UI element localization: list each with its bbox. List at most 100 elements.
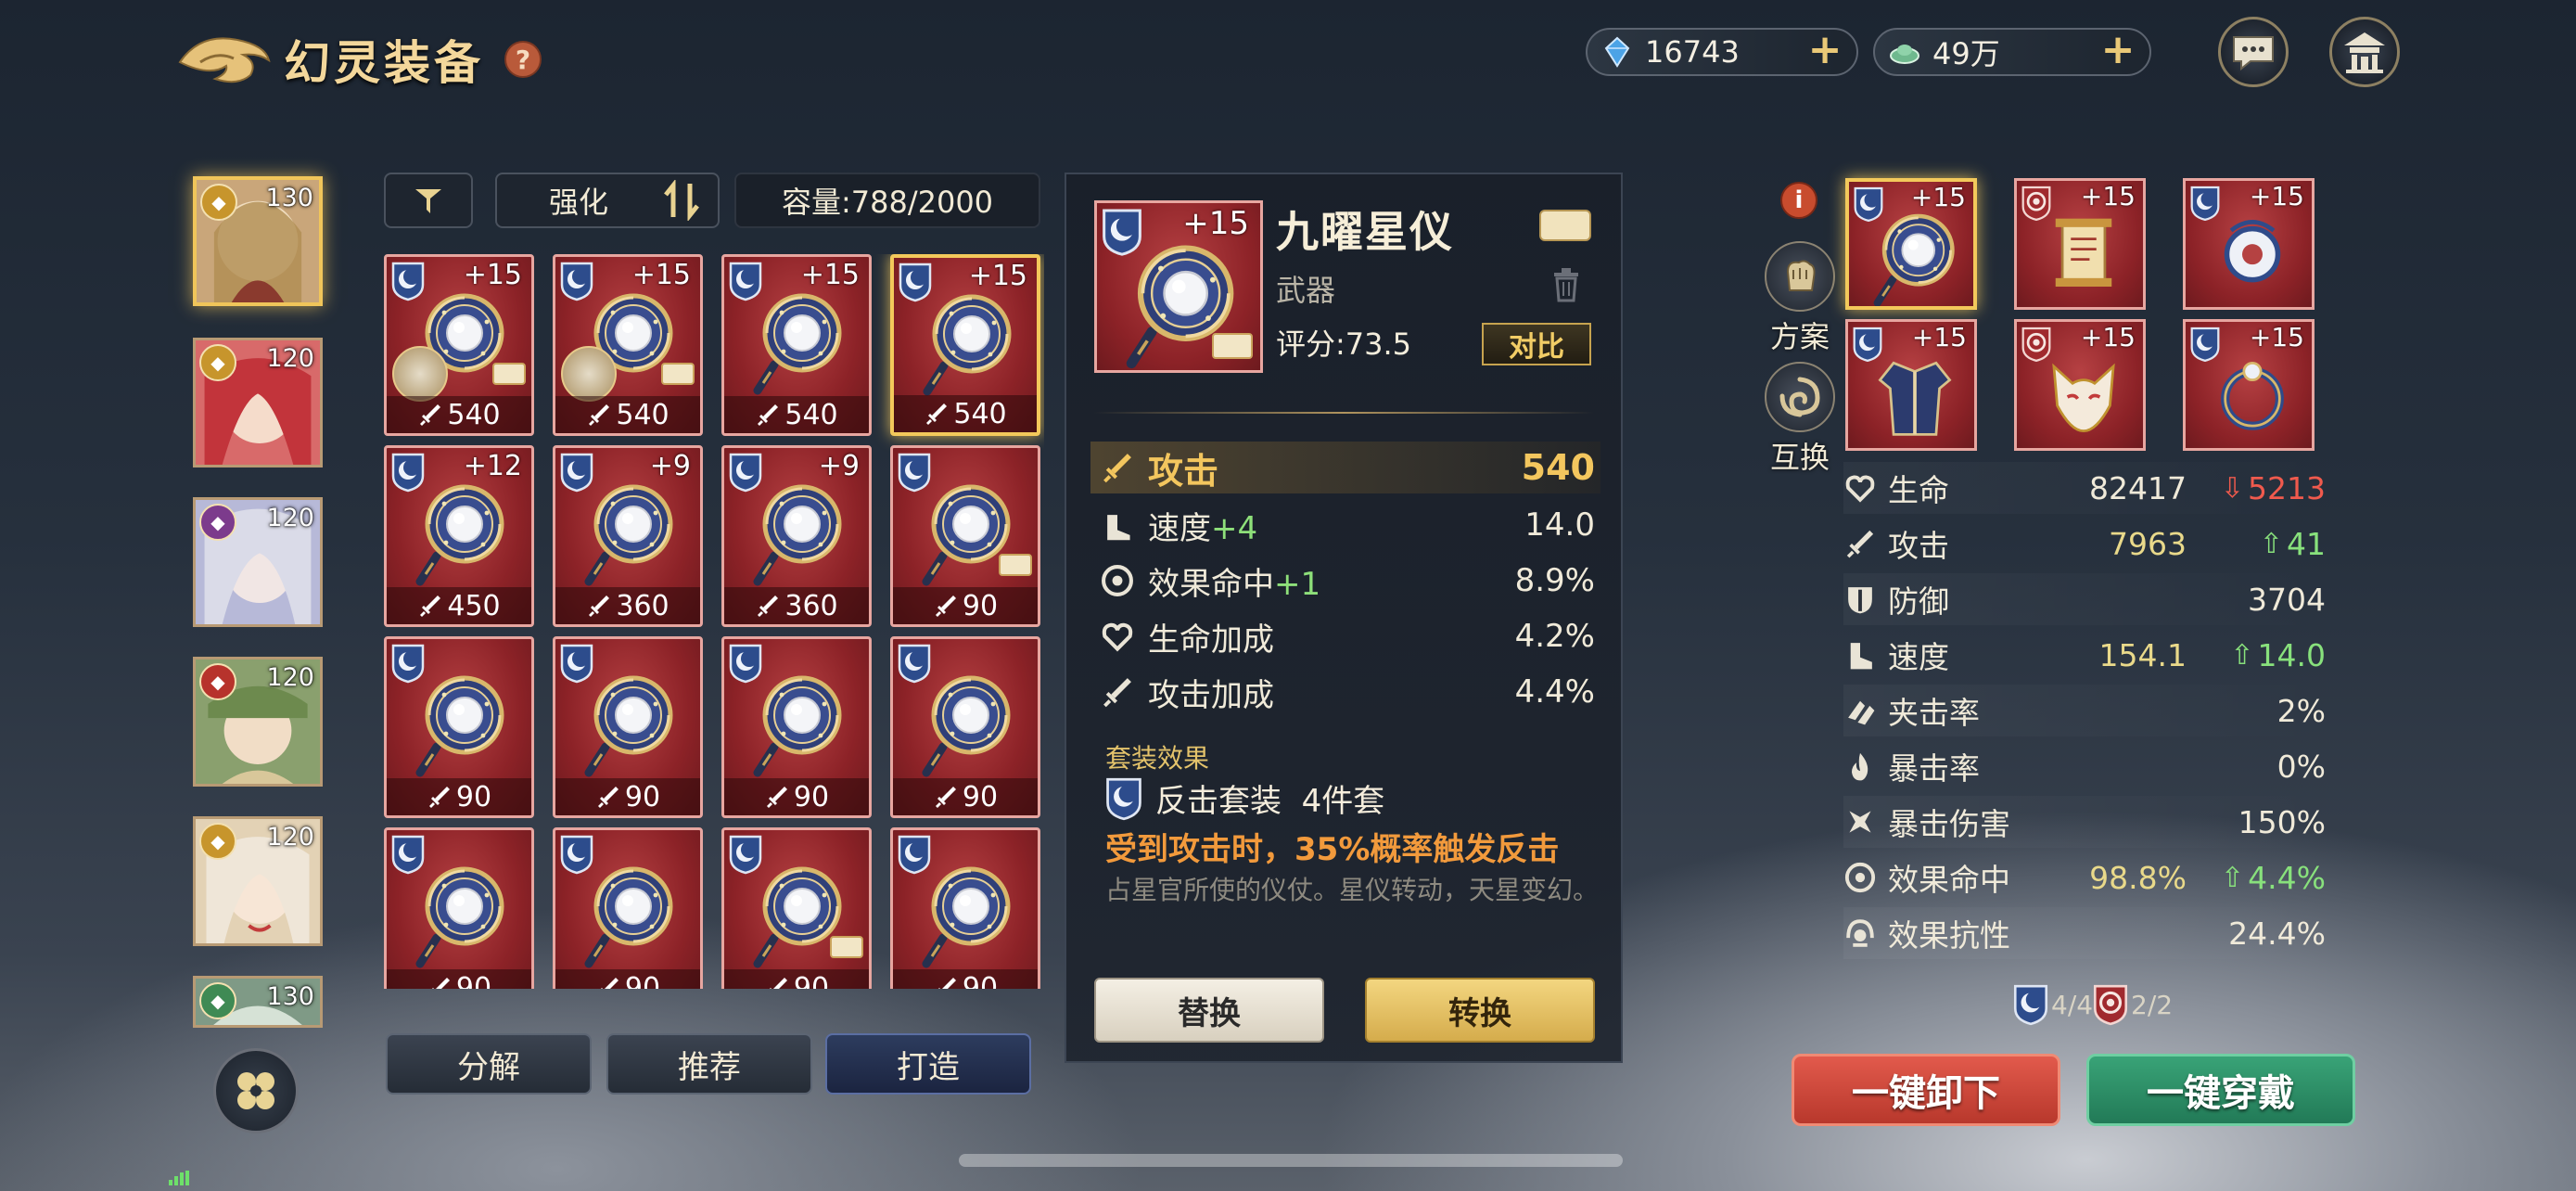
replace-label: 替换: [1178, 994, 1241, 1032]
replace-button[interactable]: 替换: [1094, 978, 1324, 1043]
inventory-item[interactable]: +12 450: [384, 445, 534, 627]
character-card[interactable]: ◆ 120: [193, 657, 323, 787]
sub-stat-value: 4.4%: [1514, 673, 1595, 711]
slot-plus: +15: [1910, 182, 1966, 212]
inventory-item[interactable]: +9 360: [553, 445, 703, 627]
inventory-item[interactable]: 90: [721, 636, 872, 818]
equip-slot-robe[interactable]: +15: [1845, 319, 1977, 451]
home-button[interactable]: [2329, 17, 2400, 87]
filter-funnel-icon: [415, 189, 441, 213]
attribute-value: 3704: [2248, 581, 2326, 618]
swap-button[interactable]: 互换: [1758, 362, 1842, 477]
equip-slot-weapon[interactable]: +15: [1845, 178, 1977, 310]
attribute-value: 7963: [2109, 525, 2187, 562]
astrolabe-icon: [580, 476, 682, 587]
character-card[interactable]: ◆ 130: [193, 176, 323, 306]
sort-arrows-icon: [664, 180, 699, 221]
equip-all-button[interactable]: 一键穿戴: [2086, 1054, 2355, 1126]
inventory-item[interactable]: +15 540: [890, 254, 1040, 436]
slot-plus: +15: [2080, 322, 2136, 352]
attribute-name: 暴击伤害: [1888, 806, 2010, 842]
item-power-value: 540: [953, 397, 1007, 430]
equip-slot-fox-mask[interactable]: +15: [2014, 319, 2146, 451]
inventory-item[interactable]: 90: [553, 827, 703, 989]
character-card[interactable]: ◆ 130: [193, 976, 323, 1028]
menu-button[interactable]: [213, 1048, 299, 1133]
compare-button[interactable]: 对比: [1482, 323, 1591, 365]
forge-button[interactable]: 打造: [825, 1033, 1031, 1095]
info-icon[interactable]: i: [1780, 182, 1817, 219]
equip-slot-scroll[interactable]: +15: [2014, 178, 2146, 310]
inventory-item[interactable]: 90: [384, 636, 534, 818]
character-card[interactable]: ◆ 120: [193, 497, 323, 627]
equip-slot-ring[interactable]: +15: [2183, 319, 2315, 451]
convert-button[interactable]: 转换: [1365, 978, 1595, 1043]
inventory-item[interactable]: +15 540: [553, 254, 703, 436]
add-jade-button[interactable]: +: [2099, 30, 2136, 70]
sword-icon: [417, 402, 443, 428]
filter-button[interactable]: [384, 173, 473, 228]
heart-icon: [1845, 475, 1875, 503]
arrow-up-icon: ⇧: [2221, 861, 2245, 894]
decompose-button[interactable]: 分解: [386, 1033, 592, 1095]
attribute-value: 154.1: [2098, 636, 2187, 673]
fist-icon: [1765, 241, 1835, 312]
attribute-name: 暴击率: [1888, 750, 1980, 787]
sword-icon: [595, 784, 621, 810]
inventory-item[interactable]: 90: [384, 827, 534, 989]
preset-button[interactable]: 方案: [1758, 241, 1842, 356]
inventory-item[interactable]: 90: [890, 636, 1040, 818]
speed-boot-icon: [1107, 515, 1130, 541]
character-card[interactable]: ◆ 120: [193, 338, 323, 467]
home-indicator[interactable]: [959, 1154, 1623, 1167]
arrow-up-icon: ⇧: [2230, 638, 2254, 672]
inventory-item[interactable]: +9 360: [721, 445, 872, 627]
jade-ingot-icon: [1890, 45, 1919, 64]
lock-icon: [661, 363, 695, 385]
speed-boot-icon: [1850, 643, 1872, 670]
item-power-value: 90: [455, 780, 492, 813]
recommend-button[interactable]: 推荐: [606, 1033, 812, 1095]
lock-icon: [492, 363, 526, 385]
character-card[interactable]: ◆ 120: [193, 816, 323, 946]
question-icon[interactable]: ?: [504, 41, 542, 78]
item-power-value: 90: [793, 971, 830, 990]
lock-icon: [830, 936, 863, 958]
attribute-value: 24.4%: [2228, 915, 2326, 952]
inventory-item[interactable]: +15 540: [384, 254, 534, 436]
lock-icon: [1212, 333, 1253, 359]
item-power: 90: [555, 969, 700, 989]
trash-icon[interactable]: [1550, 265, 1582, 302]
heart-icon: [1102, 622, 1133, 652]
inventory-item[interactable]: +15 540: [721, 254, 872, 436]
astrolabe-icon: [917, 667, 1019, 778]
chat-button[interactable]: [2218, 17, 2289, 87]
fox-mask-gear-icon: [2052, 363, 2115, 433]
equip-all-label: 一键穿戴: [2147, 1072, 2295, 1115]
item-detail-icon: +15: [1094, 200, 1263, 373]
attribute-value: 2%: [2276, 692, 2326, 729]
set-count-target: 2/2: [2092, 983, 2173, 1026]
character-level: 120: [266, 344, 314, 373]
item-power: 90: [387, 969, 531, 989]
page-title: 幻灵装备: [284, 36, 484, 90]
item-power: 540: [894, 395, 1037, 432]
lock-icon: [999, 554, 1032, 576]
sort-dropdown[interactable]: 强化: [495, 173, 720, 228]
swirl-swap-icon: [1765, 362, 1835, 432]
equip-slot-amulet[interactable]: +15: [2183, 178, 2315, 310]
inventory-item[interactable]: 90: [553, 636, 703, 818]
sword-icon: [586, 402, 612, 428]
lock-toggle-icon[interactable]: [1539, 210, 1591, 241]
item-power: 90: [555, 778, 700, 815]
attribute-row: 暴击率 0%: [1843, 740, 2326, 792]
unequip-all-button[interactable]: 一键卸下: [1792, 1054, 2060, 1126]
inventory-item[interactable]: 90: [890, 445, 1040, 627]
inventory-item[interactable]: 90: [890, 827, 1040, 989]
inventory-item[interactable]: 90: [721, 827, 872, 989]
astrolabe-icon: [917, 858, 1019, 969]
item-power-value: 90: [624, 780, 661, 813]
add-crystal-button[interactable]: +: [1806, 30, 1843, 70]
ring-gear-icon: [2221, 361, 2284, 430]
sword-icon: [1103, 454, 1131, 483]
